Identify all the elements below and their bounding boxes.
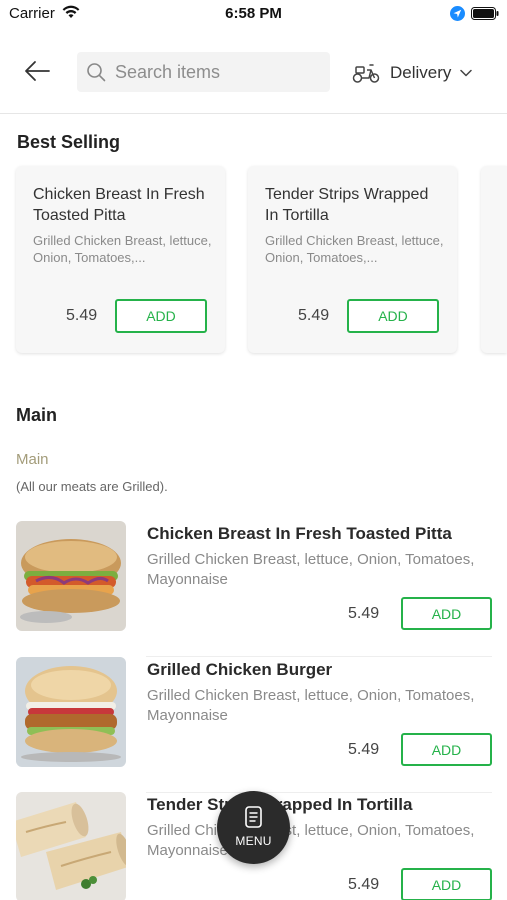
battery-icon bbox=[471, 7, 499, 20]
best-selling-item-price: 5.49 bbox=[298, 307, 330, 324]
menu-item-price: 5.49 bbox=[348, 605, 380, 622]
category-note: (All our meats are Grilled). bbox=[16, 479, 168, 494]
best-selling-card-peek[interactable] bbox=[481, 166, 507, 353]
category-name: Main bbox=[16, 451, 49, 468]
add-button[interactable]: ADD bbox=[401, 868, 492, 900]
menu-fab-button[interactable]: MENU bbox=[217, 791, 290, 864]
pitta-sandwich-photo bbox=[16, 521, 126, 631]
menu-item-description: Grilled Chicken Breast, lettuce, Onion, … bbox=[147, 551, 475, 588]
menu-item[interactable]: Grilled Chicken Burger Grilled Chicken B… bbox=[16, 657, 492, 793]
location-arrow-icon bbox=[450, 6, 465, 21]
best-selling-card[interactable]: Tender Strips Wrapped In Tortilla Grille… bbox=[248, 166, 457, 353]
chevron-down-icon bbox=[460, 69, 473, 77]
back-arrow-icon bbox=[25, 61, 50, 81]
delivery-mode-label: Delivery bbox=[390, 63, 452, 82]
menu-item-price: 5.49 bbox=[348, 876, 380, 893]
best-selling-item-name: Chicken Breast In Fresh Toasted Pitta bbox=[33, 186, 205, 224]
add-button[interactable]: ADD bbox=[347, 299, 439, 333]
menu-fab-label: MENU bbox=[235, 834, 272, 848]
chicken-burger-photo bbox=[16, 657, 126, 767]
best-selling-item-description: Grilled Chicken Breast, lettuce, Onion, … bbox=[265, 233, 444, 265]
menu-item-name: Chicken Breast In Fresh Toasted Pitta bbox=[147, 524, 452, 543]
best-selling-item-price: 5.49 bbox=[66, 307, 98, 324]
menu-book-icon bbox=[245, 806, 262, 828]
main-section-title: Main bbox=[16, 405, 58, 425]
delivery-mode-selector[interactable]: Delivery bbox=[352, 58, 473, 88]
best-selling-item-name: Tender Strips Wrapped In Tortilla bbox=[265, 186, 429, 224]
menu-item-description: Grilled Chicken Breast, lettuce, Onion, … bbox=[147, 687, 475, 724]
add-button[interactable]: ADD bbox=[401, 597, 492, 630]
menu-item[interactable]: Chicken Breast In Fresh Toasted Pitta Gr… bbox=[16, 521, 492, 657]
top-bar: Delivery bbox=[0, 44, 507, 114]
search-bar[interactable] bbox=[77, 52, 330, 92]
menu-item-description: Grilled Chicken Breast, lettuce, Onion, … bbox=[147, 822, 475, 859]
best-selling-card[interactable]: Chicken Breast In Fresh Toasted Pitta Gr… bbox=[16, 166, 225, 353]
add-button[interactable]: ADD bbox=[401, 733, 492, 766]
status-bar: Carrier 6:58 PM bbox=[0, 0, 507, 28]
back-button[interactable] bbox=[20, 56, 54, 86]
menu-item-name: Grilled Chicken Burger bbox=[147, 660, 333, 679]
search-icon bbox=[87, 63, 106, 82]
add-button[interactable]: ADD bbox=[115, 299, 207, 333]
tortilla-wrap-photo bbox=[16, 792, 126, 900]
best-selling-title: Best Selling bbox=[17, 132, 121, 152]
menu-item-price: 5.49 bbox=[348, 741, 380, 758]
scooter-icon bbox=[352, 64, 380, 83]
best-selling-item-description: Grilled Chicken Breast, lettuce, Onion, … bbox=[33, 233, 212, 265]
status-time: 6:58 PM bbox=[225, 5, 282, 22]
search-input[interactable] bbox=[115, 52, 320, 92]
